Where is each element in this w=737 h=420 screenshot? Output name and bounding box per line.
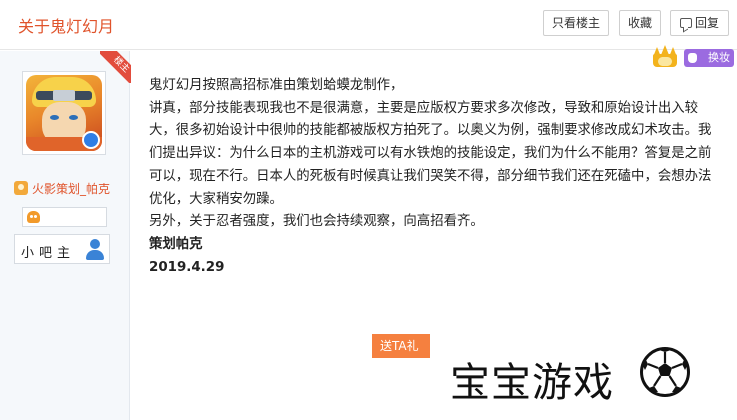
role-badge: 小吧主 [14, 234, 110, 264]
op-ribbon-label: 楼主 [100, 51, 132, 83]
watermark-text: 宝宝游戏 [450, 360, 614, 406]
reply-label: 回复 [694, 16, 719, 30]
only-op-button[interactable]: 只看楼主 [543, 10, 609, 36]
send-gift-button[interactable]: 送TA礼 [372, 334, 430, 358]
favorite-button[interactable]: 收藏 [619, 10, 661, 36]
swap-outfit-button[interactable]: 换妆 [684, 49, 734, 67]
post-paragraph: 另外，关于忍者强度，我们也会持续观察，向高招看齐。 [149, 214, 484, 230]
post-date: 2019.4.29 [149, 259, 225, 275]
avatar[interactable] [22, 71, 106, 155]
op-ribbon: 楼主 [100, 51, 132, 83]
author-sidebar: 火影策划_帕克 小吧主 [0, 51, 130, 420]
reply-button[interactable]: 回复 [670, 10, 729, 36]
post-body: 鬼灯幻月按照高招标准由策划蛤蟆龙制作， 讲真，部分技能表现我也不是很满意，主要是… [149, 75, 719, 279]
thread-title[interactable]: 关于鬼灯幻月 [18, 13, 114, 37]
medal-box [22, 207, 107, 227]
post-paragraph: 讲真，部分技能表现我也不是很满意，主要是应版权方要求多次修改，导致和原始设计出入… [149, 100, 712, 207]
reply-icon [679, 18, 692, 28]
level-icon [14, 181, 28, 195]
post-paragraph: 鬼灯幻月按照高招标准由策划蛤蟆龙制作， [149, 78, 404, 93]
person-icon [85, 239, 105, 261]
game-logo-icon [82, 131, 100, 149]
post-signature: 策划帕克 [149, 236, 203, 252]
username[interactable]: 火影策划_帕克 [32, 182, 110, 196]
hand-icon [688, 53, 697, 63]
avatar-image [26, 75, 102, 151]
username-row[interactable]: 火影策划_帕克 [14, 180, 110, 196]
crown-icon [650, 45, 680, 70]
watermark: 宝宝游戏 [430, 334, 737, 420]
thread-header: 关于鬼灯幻月 只看楼主 收藏 回复 [0, 0, 737, 50]
game-medal-icon[interactable] [27, 211, 40, 223]
soccer-ball-icon [640, 347, 690, 397]
role-label: 小吧主 [21, 246, 76, 261]
swap-outfit-label: 换妆 [708, 51, 730, 64]
vip-area: 换妆 [650, 45, 737, 70]
